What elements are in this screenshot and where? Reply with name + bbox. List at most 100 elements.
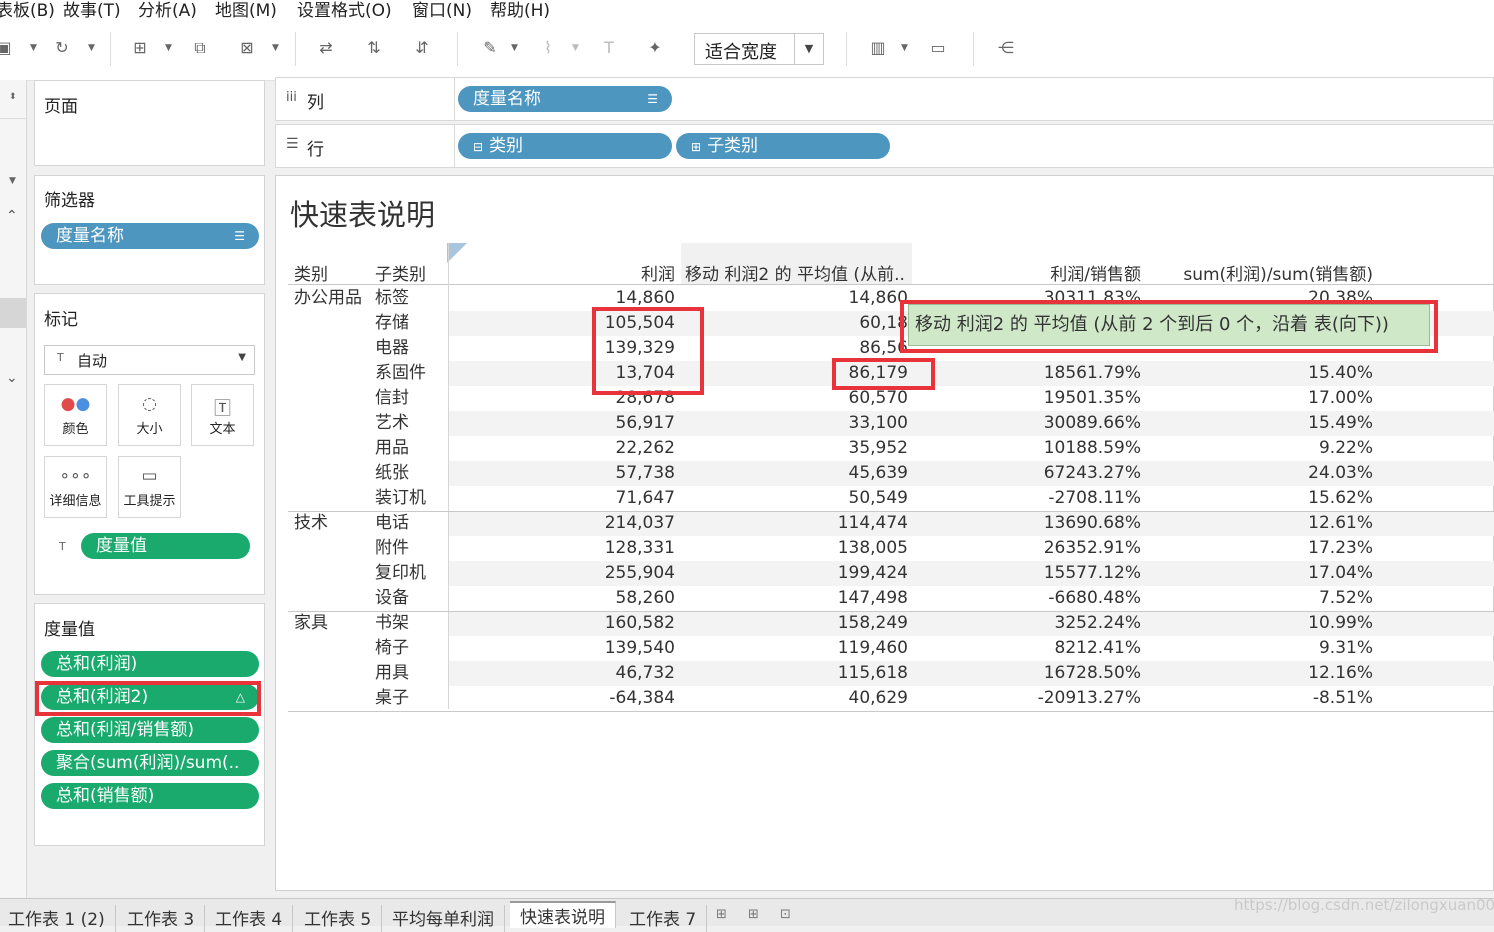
tab-avg-profit[interactable]: 平均每单利润	[382, 905, 505, 932]
tab-sheet-3[interactable]: 工作表 3	[117, 905, 206, 932]
subcategory-cell[interactable]: 附件	[375, 537, 409, 559]
header-profit-ratio[interactable]: 利润/销售额	[1050, 260, 1141, 285]
moving-average-cell[interactable]: 45,639	[849, 462, 908, 484]
save-icon[interactable]: ▣	[0, 38, 14, 58]
profit-cell[interactable]: -64,384	[609, 687, 675, 709]
agg-ratio-cell[interactable]: 7.52%	[1319, 587, 1373, 609]
agg-ratio-cell[interactable]: 9.31%	[1319, 637, 1373, 659]
measure-pill-profit-ratio[interactable]: 总和(利润/销售额)	[41, 717, 259, 743]
profit-cell[interactable]: 58,260	[616, 587, 675, 609]
profit-ratio-cell[interactable]: 19501.35%	[1044, 387, 1141, 409]
paperclip-icon[interactable]: ⌇	[538, 38, 558, 58]
subcategory-cell[interactable]: 书架	[375, 612, 409, 634]
moving-average-cell[interactable]: 114,474	[838, 512, 908, 534]
tab-sheet-4[interactable]: 工作表 4	[205, 905, 294, 932]
moving-average-cell[interactable]: 60,570	[849, 387, 908, 409]
profit-ratio-cell[interactable]: 13690.68%	[1044, 512, 1141, 534]
agg-ratio-cell[interactable]: 17.00%	[1308, 387, 1373, 409]
agg-ratio-cell[interactable]: 12.16%	[1308, 662, 1373, 684]
moving-average-cell[interactable]: 199,424	[838, 562, 908, 584]
text-icon[interactable]: T	[599, 38, 619, 58]
fit-width-select[interactable]: 适合宽度 ▼	[694, 33, 824, 65]
show-me-icon[interactable]: ▥	[868, 38, 888, 58]
agg-ratio-cell[interactable]: 15.49%	[1308, 412, 1373, 434]
sort-descending-icon[interactable]: ⇵	[412, 38, 432, 58]
chevron-down-icon[interactable]: ▼	[901, 38, 908, 58]
profit-ratio-cell[interactable]: 16728.50%	[1044, 662, 1141, 684]
subcategory-cell[interactable]: 纸张	[375, 462, 409, 484]
rows-shelf[interactable]: ☰ 行 ⊟ 类别 ⊞ 子类别	[275, 124, 1494, 168]
header-subcategory[interactable]: 子类别	[375, 260, 426, 285]
chevron-down-icon[interactable]: ▼	[30, 38, 37, 58]
presentation-icon[interactable]: ▭	[928, 38, 948, 58]
measure-values-pill[interactable]: 度量值	[81, 533, 250, 559]
filter-pill-measure-names[interactable]: 度量名称 ☰	[41, 223, 259, 249]
header-moving-average[interactable]: 移动 利润2 的 平均值 (从前..	[685, 260, 905, 285]
header-profit[interactable]: 利润	[641, 260, 675, 285]
moving-average-cell[interactable]: 147,498	[838, 587, 908, 609]
moving-average-cell[interactable]: 119,460	[838, 637, 908, 659]
new-sheet-icon[interactable]: ⊞	[716, 907, 727, 922]
columns-shelf[interactable]: iii 列 度量名称 ☰	[275, 77, 1494, 121]
subcategory-cell[interactable]: 存储	[375, 312, 409, 334]
profit-ratio-cell[interactable]: 3252.24%	[1055, 612, 1141, 634]
measure-pill-agg[interactable]: 聚合(sum(利润)/sum(..	[41, 750, 259, 776]
profit-ratio-cell[interactable]: 18561.79%	[1044, 362, 1141, 384]
header-category[interactable]: 类别	[294, 260, 328, 285]
subcategory-cell[interactable]: 用具	[375, 662, 409, 684]
share-icon[interactable]: ⋲	[996, 38, 1016, 58]
chevron-down-icon[interactable]: ▼	[572, 38, 579, 58]
subcategory-cell[interactable]: 标签	[375, 287, 409, 309]
chevron-up-icon[interactable]: ⌃	[6, 208, 18, 224]
profit-cell[interactable]: 57,738	[616, 462, 675, 484]
profit-cell[interactable]: 139,540	[605, 637, 675, 659]
text-button[interactable]: 🅃 文本	[191, 384, 254, 446]
detail-button[interactable]: ∘∘∘ 详细信息	[44, 456, 107, 518]
highlight-icon[interactable]: ✎	[480, 38, 500, 58]
subcategory-cell[interactable]: 桌子	[375, 687, 409, 709]
profit-ratio-cell[interactable]: 30089.66%	[1044, 412, 1141, 434]
category-cell[interactable]: 技术	[294, 512, 328, 534]
pin-icon[interactable]: ✦	[645, 38, 665, 58]
profit-ratio-cell[interactable]: 67243.27%	[1044, 462, 1141, 484]
subcategory-cell[interactable]: 椅子	[375, 637, 409, 659]
profit-ratio-cell[interactable]: -20913.27%	[1038, 687, 1141, 709]
moving-average-cell[interactable]: 138,005	[838, 537, 908, 559]
mark-type-select[interactable]: T 自动 ▼	[44, 345, 255, 375]
profit-cell[interactable]: 71,647	[616, 487, 675, 509]
measure-pill-sales[interactable]: 总和(销售额)	[41, 783, 259, 809]
clear-sheet-icon[interactable]: ⊠	[237, 38, 257, 58]
agg-ratio-cell[interactable]: 24.03%	[1308, 462, 1373, 484]
profit-cell[interactable]: 22,262	[616, 437, 675, 459]
size-button[interactable]: ◌ 大小	[118, 384, 181, 446]
chevron-down-icon[interactable]: ▼	[511, 38, 518, 58]
subcategory-cell[interactable]: 复印机	[375, 562, 426, 584]
profit-ratio-cell[interactable]: 8212.41%	[1055, 637, 1141, 659]
subcategory-cell[interactable]: 电器	[375, 337, 409, 359]
moving-average-cell[interactable]: 33,100	[849, 412, 908, 434]
header-agg-ratio[interactable]: sum(利润)/sum(销售额)	[1183, 260, 1373, 285]
moving-average-cell[interactable]: 40,629	[849, 687, 908, 709]
chevron-down-icon[interactable]: ▼	[272, 38, 279, 58]
profit-cell[interactable]: 56,917	[616, 412, 675, 434]
tab-sheet-1-2[interactable]: 工作表 1 (2)	[0, 905, 116, 932]
moving-average-cell[interactable]: 115,618	[838, 662, 908, 684]
tooltip-button[interactable]: ▭ 工具提示	[118, 456, 181, 518]
profit-ratio-cell[interactable]: 26352.91%	[1044, 537, 1141, 559]
moving-average-cell[interactable]: 158,249	[838, 612, 908, 634]
profit-cell[interactable]: 160,582	[605, 612, 675, 634]
duplicate-icon[interactable]: ⧉	[190, 38, 210, 58]
measure-pill-profit[interactable]: 总和(利润)	[41, 651, 259, 677]
subcategory-cell[interactable]: 用品	[375, 437, 409, 459]
profit-cell[interactable]: 128,331	[605, 537, 675, 559]
profit-cell[interactable]: 214,037	[605, 512, 675, 534]
subcategory-cell[interactable]: 系固件	[375, 362, 426, 384]
tab-sheet-7[interactable]: 工作表 7	[619, 905, 708, 932]
chevron-down-icon[interactable]: ⌄	[6, 370, 18, 386]
chevron-down-icon[interactable]: ▼	[9, 176, 16, 186]
category-cell[interactable]: 家具	[294, 612, 328, 634]
profit-cell[interactable]: 14,860	[616, 287, 675, 309]
subcategory-cell[interactable]: 信封	[375, 387, 409, 409]
new-worksheet-icon[interactable]: ⊞	[130, 38, 150, 58]
swap-icon[interactable]: ⇄	[316, 38, 336, 58]
